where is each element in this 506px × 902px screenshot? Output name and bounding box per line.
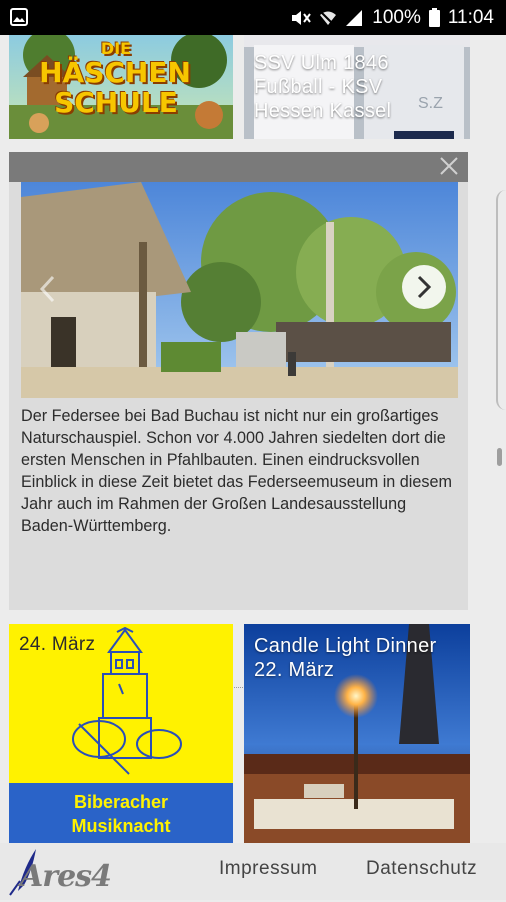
card-header (9, 152, 468, 182)
tile-image-word-3: SCHULE (54, 86, 178, 119)
mute-icon (292, 10, 312, 25)
banner-line-2: Musiknacht (71, 816, 171, 836)
jersey-text: S.Z (418, 95, 443, 112)
close-icon[interactable] (438, 155, 460, 177)
edge-panel-handle[interactable] (496, 190, 506, 410)
gallery-notification-icon (10, 8, 28, 26)
signal-icon (346, 9, 363, 26)
battery-icon (428, 8, 440, 27)
chevron-right-icon (417, 275, 432, 299)
scrollbar-thumb[interactable] (497, 448, 502, 466)
slideshow-image[interactable] (21, 182, 458, 398)
next-slide-button[interactable] (402, 265, 446, 309)
tile-image-word-2: HÄSCHEN (39, 56, 191, 89)
footer: Ares4 Impressum Datenschutz (0, 843, 506, 900)
banner-line-1: Biberacher (73, 792, 169, 812)
battery-percent: 100% (372, 6, 421, 28)
ares4-logo[interactable]: Ares4 (6, 845, 126, 897)
federsee-photo (21, 182, 458, 398)
status-bar: 100% 11:04 (0, 0, 506, 35)
tile-ssv-line-1: SSV Ulm 1846 (254, 52, 389, 74)
tile-haeschenschule[interactable]: DIE HÄSCHEN SCHULE (9, 35, 233, 139)
article-text: Der Federsee bei Bad Buchau ist nicht nu… (21, 407, 452, 535)
datenschutz-link[interactable]: Datenschutz (366, 858, 477, 880)
tile-ssv-line-3: Hessen Kassel (254, 100, 392, 122)
clock: 11:04 (447, 6, 494, 28)
tile-candle-line-2: 22. März (254, 659, 335, 681)
logo-text: Ares4 (20, 859, 112, 894)
tower-illustration (72, 626, 182, 775)
tile-ssv-line-2: Fußball - KSV (254, 76, 383, 98)
tile-candle-line-1: Candle Light Dinner (254, 635, 437, 657)
previous-slide-icon[interactable] (37, 274, 59, 304)
wifi-icon (320, 10, 337, 27)
impressum-link[interactable]: Impressum (219, 858, 317, 880)
tile-candle-light-dinner[interactable]: Candle Light Dinner 22. März (244, 624, 470, 843)
content-area: DIE HÄSCHEN SCHULE S.Z SSV Ulm 1846 Fußb… (0, 35, 480, 843)
article-card: Der Federsee bei Bad Buchau ist nicht nu… (9, 152, 468, 722)
tile-biberacher-musiknacht[interactable]: 24. März Biberacher Musiknacht (9, 624, 233, 843)
tile-ssv-ulm[interactable]: S.Z SSV Ulm 1846 Fußball - KSV Hessen Ka… (244, 35, 470, 139)
